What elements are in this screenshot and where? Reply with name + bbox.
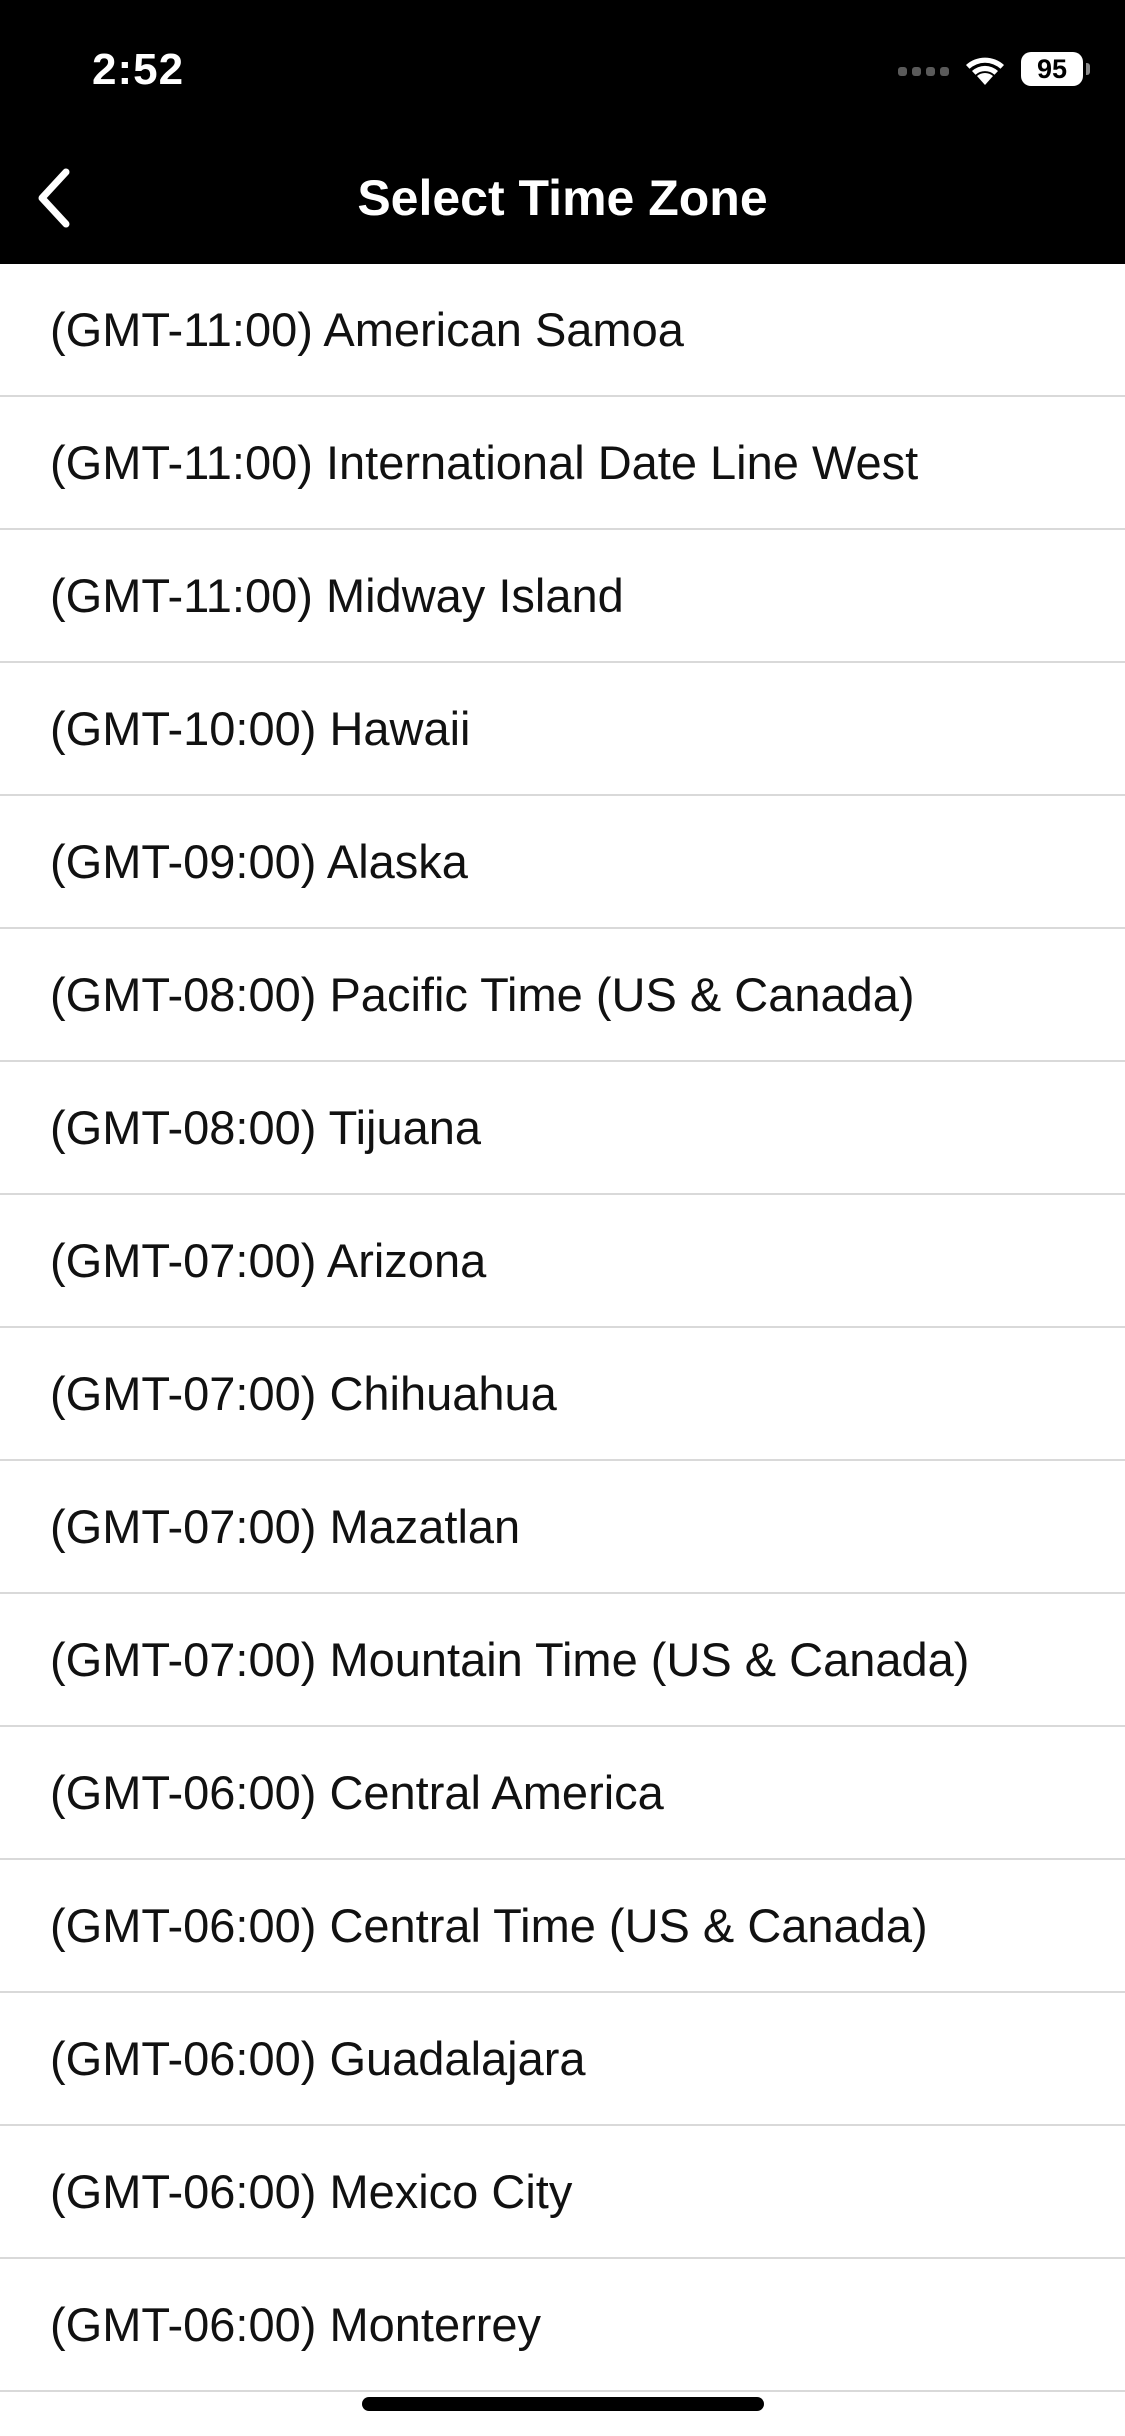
time-zone-label: (GMT-06:00) Monterrey (50, 2297, 542, 2351)
time-zone-row[interactable]: (GMT-07:00) Mountain Time (US & Canada) (0, 1594, 1125, 1727)
time-zone-row[interactable]: (GMT-11:00) American Samoa (0, 264, 1125, 397)
time-zone-list: (GMT-11:00) American Samoa (GMT-11:00) I… (0, 264, 1125, 2392)
time-zone-row[interactable]: (GMT-06:00) Monterrey (0, 2259, 1125, 2392)
time-zone-label: (GMT-07:00) Arizona (50, 1233, 487, 1287)
time-zone-label: (GMT-08:00) Tijuana (50, 1100, 482, 1154)
time-zone-label: (GMT-06:00) Guadalajara (50, 2031, 586, 2085)
time-zone-label: (GMT-06:00) Mexico City (50, 2164, 573, 2218)
time-zone-label: (GMT-07:00) Chihuahua (50, 1366, 557, 1420)
battery-level: 95 (1036, 54, 1068, 84)
status-icons: 95 (898, 46, 1090, 92)
time-zone-label: (GMT-07:00) Mazatlan (50, 1499, 521, 1553)
time-zone-row[interactable]: (GMT-06:00) Guadalajara (0, 1993, 1125, 2126)
time-zone-label: (GMT-11:00) International Date Line West (50, 435, 919, 489)
time-zone-label: (GMT-06:00) Central America (50, 1765, 664, 1819)
time-zone-row[interactable]: (GMT-11:00) Midway Island (0, 530, 1125, 663)
time-zone-row[interactable]: (GMT-08:00) Pacific Time (US & Canada) (0, 929, 1125, 1062)
time-zone-label: (GMT-11:00) Midway Island (50, 568, 624, 622)
time-zone-label: (GMT-09:00) Alaska (50, 834, 468, 888)
time-zone-row[interactable]: (GMT-09:00) Alaska (0, 796, 1125, 929)
wifi-icon (963, 52, 1007, 86)
time-zone-row[interactable]: (GMT-07:00) Chihuahua (0, 1328, 1125, 1461)
status-time: 2:52 (92, 45, 185, 94)
time-zone-label: (GMT-11:00) American Samoa (50, 302, 684, 356)
time-zone-label: (GMT-10:00) Hawaii (50, 701, 471, 755)
screen: 2:52 95 Select Time Zone (GMT-11:00) Ame… (0, 0, 1125, 2436)
battery-icon: 95 (1021, 52, 1090, 86)
home-indicator[interactable] (362, 2397, 764, 2411)
time-zone-label: (GMT-07:00) Mountain Time (US & Canada) (50, 1632, 970, 1686)
time-zone-row[interactable]: (GMT-07:00) Mazatlan (0, 1461, 1125, 1594)
header: 2:52 95 Select Time Zone (0, 0, 1125, 264)
time-zone-row[interactable]: (GMT-06:00) Central America (0, 1727, 1125, 1860)
time-zone-label: (GMT-08:00) Pacific Time (US & Canada) (50, 967, 915, 1021)
page-title: Select Time Zone (357, 170, 768, 226)
time-zone-row[interactable]: (GMT-10:00) Hawaii (0, 663, 1125, 796)
time-zone-row[interactable]: (GMT-07:00) Arizona (0, 1195, 1125, 1328)
cellular-signal-icon (898, 62, 949, 76)
time-zone-row[interactable]: (GMT-11:00) International Date Line West (0, 397, 1125, 530)
time-zone-row[interactable]: (GMT-08:00) Tijuana (0, 1062, 1125, 1195)
time-zone-row[interactable]: (GMT-06:00) Mexico City (0, 2126, 1125, 2259)
time-zone-row[interactable]: (GMT-06:00) Central Time (US & Canada) (0, 1860, 1125, 1993)
time-zone-label: (GMT-06:00) Central Time (US & Canada) (50, 1898, 928, 1952)
